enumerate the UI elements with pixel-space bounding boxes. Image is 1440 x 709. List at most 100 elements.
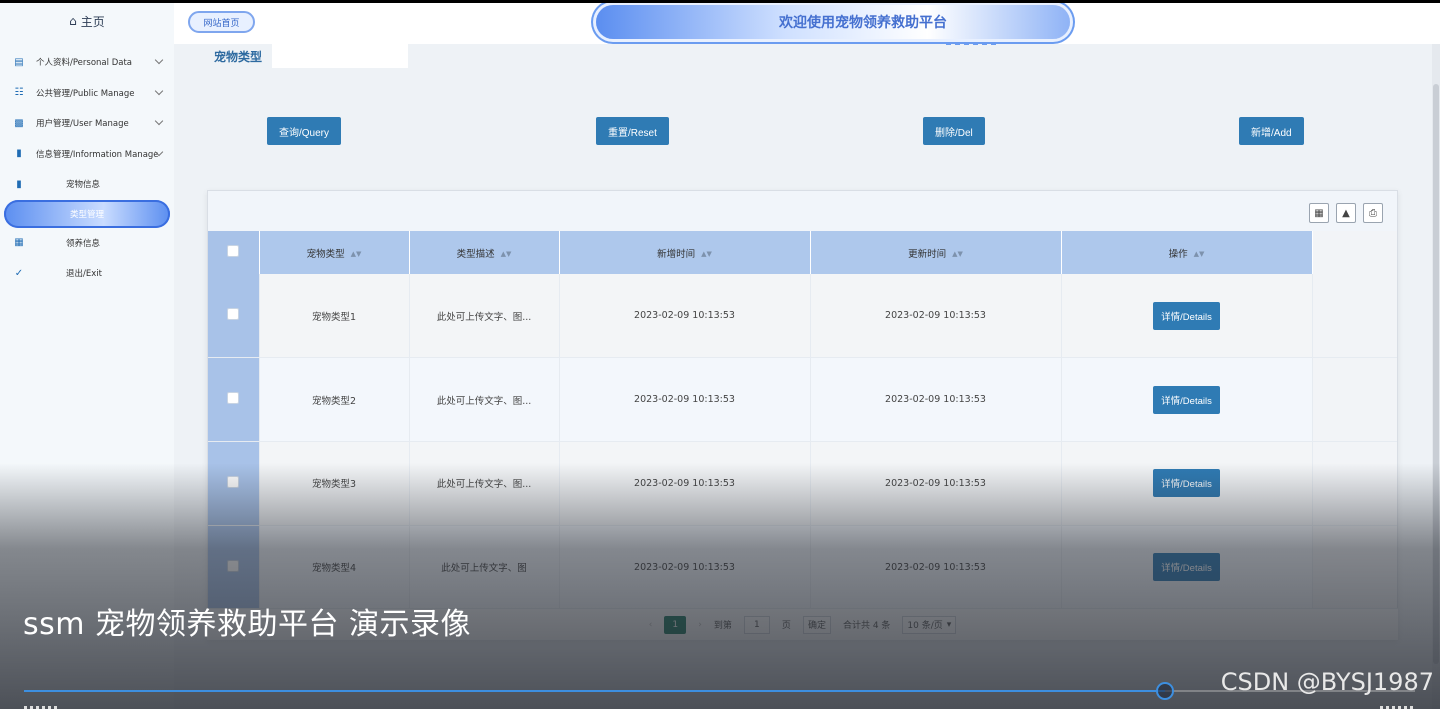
calendar-check-icon: ✓ — [14, 267, 24, 279]
next-page-icon[interactable]: › — [698, 620, 702, 630]
app-screen: ⌂ 主页 ▤ 个人资料/Personal Data ☷ 公共管理/Public … — [0, 3, 1440, 709]
query-button[interactable]: 查询/Query — [267, 117, 342, 145]
banner-title: 欢迎使用宠物领养救助平台 — [779, 15, 947, 31]
watermark: CSDN @BYSJ1987 — [1220, 668, 1434, 696]
sidebar-menu: ▤ 个人资料/Personal Data ☷ 公共管理/Public Manag… — [0, 47, 174, 289]
document-icon: ▤ — [14, 56, 24, 68]
goto-label: 到第 — [713, 621, 732, 631]
sidebar-item-adoption-info[interactable]: ▦ 领养信息 — [0, 228, 174, 259]
bookmark-icon: ▮ — [16, 178, 22, 190]
calendar-icon: ▦ — [14, 237, 24, 249]
video-caption: ssm 宠物领养救助平台 演示录像 — [23, 607, 472, 642]
cell-action: 详情/Details — [1061, 525, 1313, 610]
cell-desc: 此处可上传文字、图... — [409, 274, 560, 359]
video-progress-played[interactable] — [24, 690, 1165, 692]
sidebar-item-information-manage[interactable]: ▮ 信息管理/Information Manage — [0, 139, 174, 170]
row-select-cell — [208, 525, 260, 610]
clipboard-icon: ☷ — [14, 87, 24, 99]
sidebar-item-exit[interactable]: ✓ 退出/Exit — [0, 258, 174, 289]
cell-created: 2023-02-09 10:13:53 — [559, 525, 811, 610]
sidebar-item-public-manage[interactable]: ☷ 公共管理/Public Manage — [0, 78, 174, 109]
column-header[interactable]: 新增时间 ▲▼ — [559, 231, 811, 274]
prev-page-icon[interactable]: ‹ — [649, 620, 653, 630]
row-spacer — [1312, 441, 1397, 526]
page-unit: 页 — [781, 621, 791, 631]
row-select-cell — [208, 441, 260, 526]
table-header-row: 宠物类型 ▲▼ 类型描述 ▲▼ 新增时间 ▲▼ 更新时间 ▲▼ 操作 ▲▼ — [208, 231, 1397, 274]
data-table-card: ▦ ▲ ⎙ 宠物类型 ▲▼ 类型描述 ▲▼ 新增时间 ▲▼ 更新时间 ▲▼ 操作 ▲▼ — [207, 190, 1398, 640]
home-icon: ⌂ — [69, 14, 77, 28]
cell-updated: 2023-02-09 10:13:53 — [810, 357, 1062, 442]
home-link[interactable]: ⌂ 主页 — [0, 3, 174, 39]
delete-button[interactable]: 删除/Del — [923, 117, 985, 145]
sort-icon: ▲▼ — [350, 250, 362, 258]
cell-action: 详情/Details — [1061, 441, 1313, 526]
welcome-banner: 欢迎使用宠物领养救助平台 — [596, 5, 1070, 45]
column-header[interactable]: 操作 ▲▼ — [1061, 231, 1313, 274]
stats-icon: ▮ — [16, 148, 22, 160]
details-button[interactable]: 详情/Details — [1153, 553, 1220, 582]
cell-type: 宠物类型3 — [259, 441, 410, 526]
chevron-down-icon — [154, 116, 164, 126]
add-button[interactable]: 新增/Add — [1239, 117, 1304, 145]
confirm-button[interactable]: 确定 — [802, 615, 831, 634]
bar-chart-icon: ▩ — [14, 117, 24, 129]
sidebar-item-user-manage[interactable]: ▩ 用户管理/User Manage — [0, 108, 174, 139]
table-row: 宠物类型2 此处可上传文字、图... 2023-02-09 10:13:53 2… — [208, 357, 1397, 442]
tab-spacer — [272, 44, 409, 68]
table-row: 宠物类型3 此处可上传文字、图... 2023-02-09 10:13:53 2… — [208, 441, 1397, 526]
header-spacer — [1312, 231, 1397, 274]
details-button[interactable]: 详情/Details — [1153, 469, 1220, 498]
data-table: 宠物类型 ▲▼ 类型描述 ▲▼ 新增时间 ▲▼ 更新时间 ▲▼ 操作 ▲▼ 宠物类型1 此… — [208, 231, 1397, 610]
cell-created: 2023-02-09 10:13:53 — [559, 441, 811, 526]
chevron-down-icon — [154, 86, 164, 95]
home-label: 主页 — [80, 14, 105, 29]
sidebar-item-pet-info[interactable]: ▮ 宠物信息 — [0, 169, 174, 200]
video-progress-knob[interactable] — [1156, 682, 1174, 700]
row-spacer — [1312, 274, 1397, 359]
table-row: 宠物类型4 此处可上传文字、图 2023-02-09 10:13:53 2023… — [208, 525, 1397, 610]
export-icon[interactable]: ▲ — [1336, 203, 1356, 223]
select-all-checkbox[interactable] — [227, 245, 240, 257]
row-spacer — [1312, 525, 1397, 610]
row-checkbox[interactable] — [227, 475, 240, 488]
table-row: 宠物类型1 此处可上传文字、图... 2023-02-09 10:13:53 2… — [208, 274, 1397, 359]
sort-icon: ▲▼ — [500, 250, 512, 258]
sidebar-item-type-manage[interactable]: 类型管理 — [4, 199, 170, 228]
cell-desc: 此处可上传文字、图 — [409, 525, 560, 610]
scrollbar-thumb[interactable] — [1433, 84, 1439, 664]
tab-pet-type[interactable]: 宠物类型 — [204, 44, 272, 68]
cell-action: 详情/Details — [1061, 274, 1313, 359]
current-page[interactable]: 1 — [664, 615, 687, 634]
cell-action: 详情/Details — [1061, 357, 1313, 442]
sidebar-item-personal-data[interactable]: ▤ 个人资料/Personal Data — [0, 47, 174, 78]
cell-type: 宠物类型4 — [259, 525, 410, 610]
column-header[interactable]: 类型描述 ▲▼ — [409, 231, 560, 274]
page-input[interactable]: 1 — [743, 615, 770, 634]
details-button[interactable]: 详情/Details — [1153, 301, 1220, 330]
tab-bar: 宠物类型 — [204, 44, 409, 68]
cell-updated: 2023-02-09 10:13:53 — [810, 525, 1062, 610]
details-button[interactable]: 详情/Details — [1153, 385, 1220, 414]
topbar: 网站首页 欢迎使用宠物领养救助平台 — [174, 3, 1440, 45]
columns-icon[interactable]: ▦ — [1309, 203, 1329, 223]
column-header[interactable]: 更新时间 ▲▼ — [810, 231, 1062, 274]
cell-desc: 此处可上传文字、图... — [409, 357, 560, 442]
cell-updated: 2023-02-09 10:13:53 — [810, 441, 1062, 526]
row-checkbox[interactable] — [227, 392, 240, 405]
row-select-cell — [208, 274, 260, 359]
row-checkbox[interactable] — [227, 308, 240, 321]
cell-created: 2023-02-09 10:13:53 — [559, 357, 811, 442]
select-all-cell — [208, 231, 260, 274]
reset-button[interactable]: 重置/Reset — [596, 117, 669, 145]
site-home-button[interactable]: 网站首页 — [188, 11, 255, 33]
page-size-select[interactable]: 10 条/页 ▾ — [902, 615, 957, 634]
print-icon[interactable]: ⎙ — [1363, 203, 1383, 223]
total-count: 合计共 4 条 — [842, 621, 891, 631]
content-scrollbar[interactable] — [1432, 44, 1440, 709]
sort-icon: ▲▼ — [952, 250, 963, 258]
column-header[interactable]: 宠物类型 ▲▼ — [259, 231, 410, 274]
cell-type: 宠物类型2 — [259, 357, 410, 442]
chevron-down-icon: ▾ — [946, 619, 952, 630]
row-checkbox[interactable] — [227, 559, 240, 572]
